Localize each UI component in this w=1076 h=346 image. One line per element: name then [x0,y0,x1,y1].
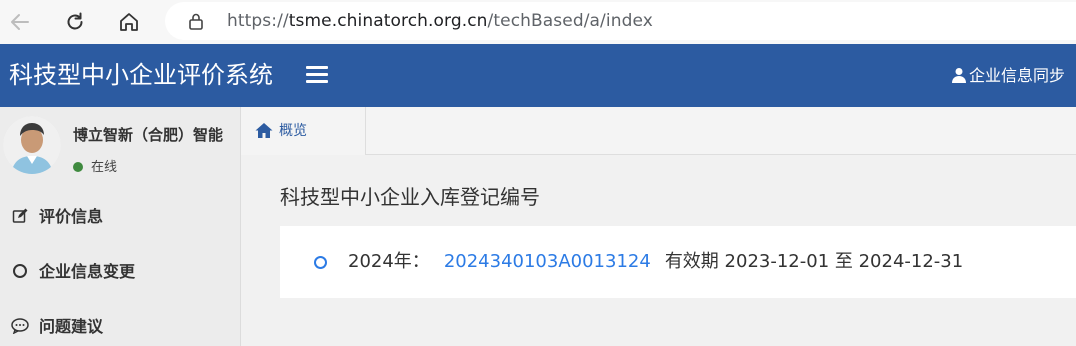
home-outline-icon [120,13,138,31]
online-status-label: 在线 [91,160,118,175]
hamburger-line [306,80,328,83]
sidebar-item-feedback[interactable]: 问题建议 [0,307,240,346]
comment-icon [11,317,29,335]
company-name: 博立智新（合肥）智能 [73,126,224,144]
refresh-icon [67,12,83,30]
hamburger-icon [306,66,328,69]
tab-overview[interactable]: 概览 [241,107,366,155]
arrow-left-icon [11,14,29,30]
browser-toolbar: https://tsme.chinatorch.org.cn/techBased… [0,0,1076,44]
sidebar-item-label: 问题建议 [39,317,104,336]
online-dot-icon [73,162,83,172]
tab-label: 概览 [279,123,307,139]
tab-bar: 概览 [241,107,1076,155]
online-status: 在线 [73,156,117,175]
url-path: /techBased/a/index [487,11,653,31]
app-title[interactable]: 科技型中小企业评价系统 [9,58,273,92]
sidebar-item-evaluation[interactable]: 评价信息 [0,197,240,237]
edit-icon [11,207,29,225]
app-header: 科技型中小企业评价系统 企业信息同步 [0,44,1076,107]
user-icon [952,68,966,83]
validity-text: 有效期 2023-12-01 至 2024-12-31 [664,251,964,272]
home-icon [255,123,273,138]
registration-number-link[interactable]: 2024340103A0013124 [444,251,651,272]
avatar [3,116,61,174]
address-bar[interactable]: https://tsme.chinatorch.org.cn/techBased… [165,2,1076,40]
home-button[interactable] [113,6,145,38]
sidebar-item-label: 企业信息变更 [39,262,136,281]
refresh-button[interactable] [59,6,91,38]
bullet-circle-icon [314,256,327,269]
company-sync-link[interactable]: 企业信息同步 [952,64,1065,88]
record-line: 2024年： 2024340103A0013124 有效期 2023-12-01 至… [348,249,963,275]
url-host: tsme.chinatorch.org.cn [288,11,488,31]
main-content: 科技型中小企业入库登记编号 2024年： 2024340103A0013124 有效… [241,155,1076,346]
section-title: 科技型中小企业入库登记编号 [280,185,540,209]
sidebar: 博立智新（合肥）智能 在线 评价信息 企业信息变更 问题建议 [0,107,241,346]
record-card: 2024年： 2024340103A0013124 有效期 2023-12-01 至… [280,226,1076,298]
menu-toggle-button[interactable] [306,66,328,86]
company-sync-label: 企业信息同步 [969,66,1066,85]
user-panel: 博立智新（合肥）智能 在线 [0,107,240,187]
record-year: 2024年： [348,251,430,272]
url-text[interactable]: https://tsme.chinatorch.org.cn/techBased… [227,10,653,32]
sidebar-item-label: 评价信息 [39,207,104,226]
back-button[interactable] [4,6,36,38]
hamburger-line [306,73,328,76]
circle-icon [11,262,29,280]
lock-icon[interactable] [185,10,207,32]
sidebar-item-company-change[interactable]: 企业信息变更 [0,252,240,292]
url-scheme: https:// [227,11,289,31]
